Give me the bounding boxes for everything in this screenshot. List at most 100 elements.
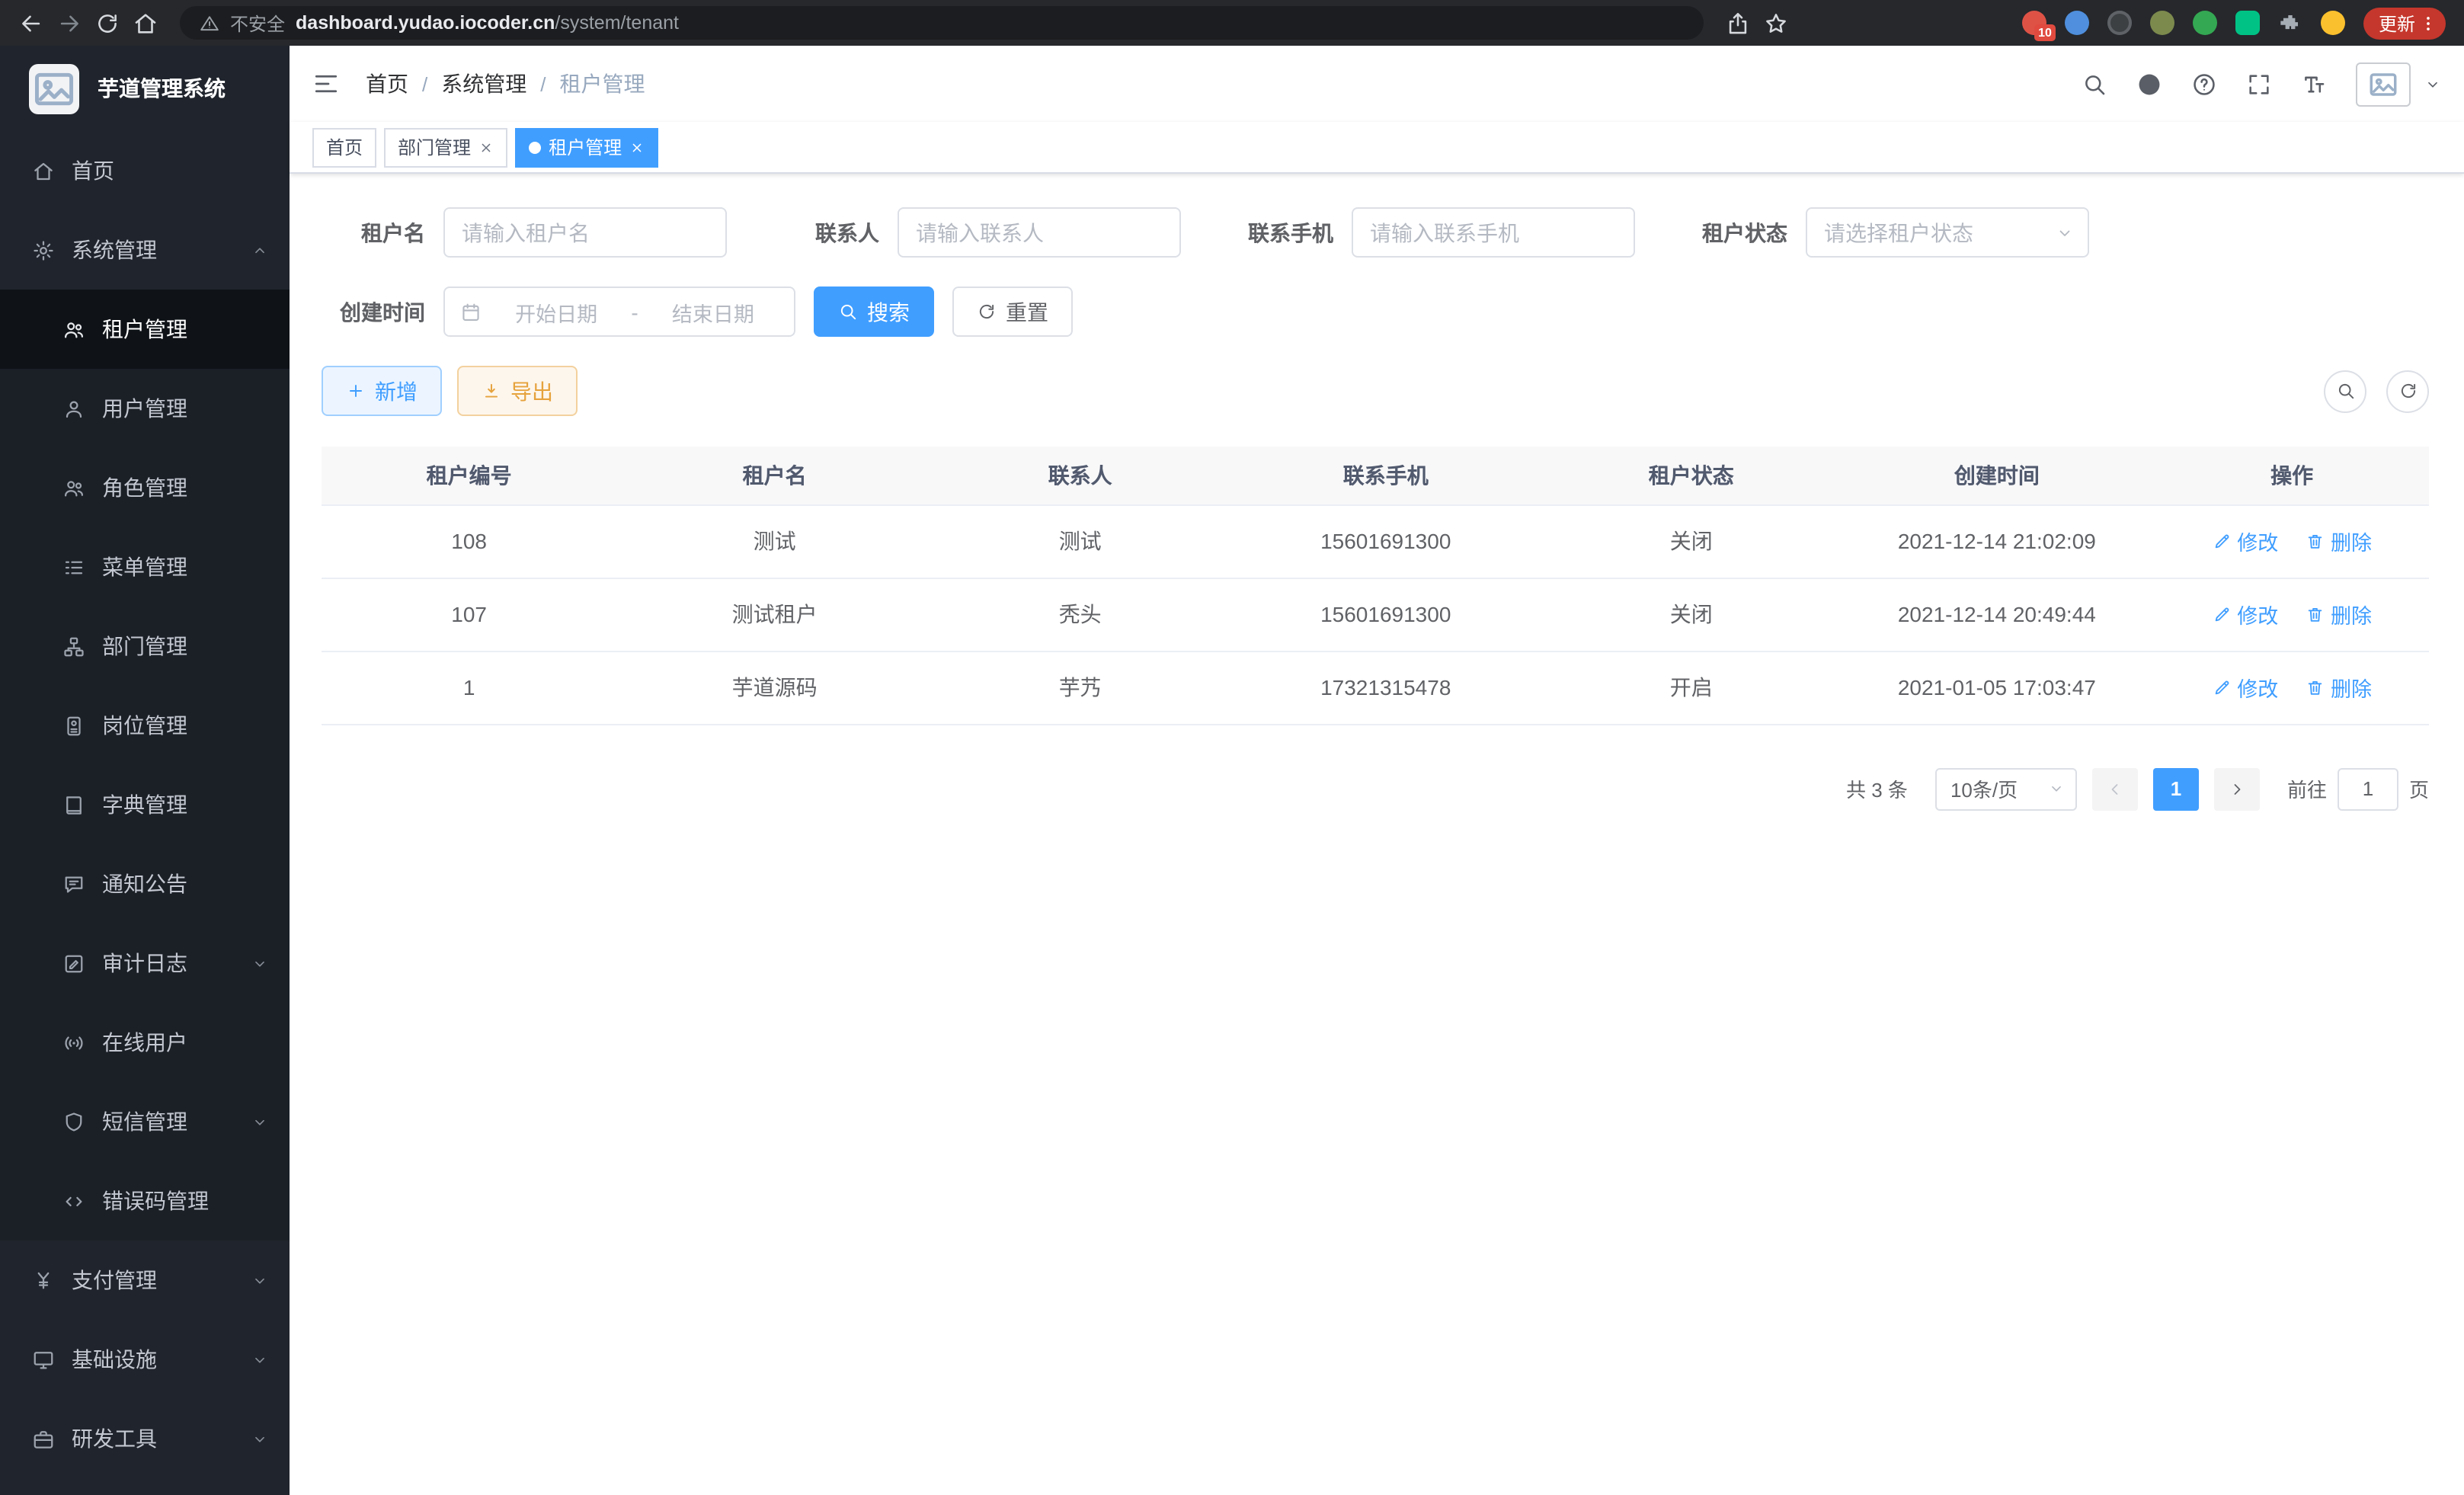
sidebar-item-dict[interactable]: 字典管理 [0, 765, 290, 844]
contact-input[interactable] [898, 207, 1181, 258]
sidebar-item-notice[interactable]: 通知公告 [0, 844, 290, 924]
tab-label: 首页 [326, 134, 363, 160]
user-menu[interactable] [2356, 62, 2441, 106]
sidebar-item-post[interactable]: 岗位管理 [0, 686, 290, 765]
browser-home-icon[interactable] [133, 10, 158, 36]
export-button[interactable]: 导出 [457, 366, 578, 416]
profile-avatar-icon[interactable] [2321, 11, 2345, 35]
browser-chrome: 不安全 dashboard.yudao.iocoder.cn/system/te… [0, 0, 2464, 46]
extension-icon-3[interactable] [2107, 11, 2132, 35]
sidebar-item-dept[interactable]: 部门管理 [0, 607, 290, 686]
delete-link[interactable]: 删除 [2306, 526, 2372, 556]
help-icon[interactable] [2191, 71, 2217, 97]
edit-pencil-icon [2212, 532, 2231, 551]
font-size-icon[interactable] [2301, 71, 2327, 97]
status-select[interactable]: 请选择租户状态 [1806, 207, 2089, 258]
sidebar-collapse-icon[interactable] [312, 70, 340, 98]
extension-icon-2[interactable] [2065, 11, 2089, 35]
breadcrumb-system[interactable]: 系统管理 [441, 69, 526, 99]
bookmark-star-icon[interactable] [1763, 10, 1789, 36]
sidebar-item-label: 部门管理 [102, 631, 187, 661]
browser-back-icon[interactable] [18, 10, 44, 36]
app-logo [29, 63, 79, 114]
extensions-puzzle-icon[interactable] [2278, 11, 2302, 35]
delete-link[interactable]: 删除 [2306, 599, 2372, 629]
sidebar-item-error-code[interactable]: 错误码管理 [0, 1161, 290, 1240]
browser-update-button[interactable]: 更新 [2363, 7, 2446, 39]
github-icon[interactable] [2136, 71, 2162, 97]
table-row: 1 芋道源码 芋艿 17321315478 开启 2021-01-05 17:0… [322, 651, 2429, 724]
search-button[interactable]: 搜索 [814, 287, 934, 337]
tab-tenant[interactable]: 租户管理 [515, 127, 658, 167]
extension-icon-5[interactable] [2193, 11, 2217, 35]
sidebar-item-user[interactable]: 用户管理 [0, 369, 290, 448]
breadcrumb-home[interactable]: 首页 [366, 69, 408, 99]
search-icon[interactable] [2082, 71, 2107, 97]
col-phone: 联系手机 [1227, 447, 1544, 504]
close-icon[interactable] [478, 139, 494, 155]
col-tenant-name: 租户名 [616, 447, 933, 504]
url-path: /system/tenant [555, 12, 679, 34]
page-size-select[interactable]: 10条/页 [1935, 767, 2077, 810]
home-icon [32, 159, 55, 182]
sidebar-item-home[interactable]: 首页 [0, 131, 290, 210]
status-select-placeholder: 请选择租户状态 [1824, 217, 1973, 248]
close-icon[interactable] [629, 139, 645, 155]
tenant-name-input[interactable] [443, 207, 727, 258]
address-bar[interactable]: 不安全 dashboard.yudao.iocoder.cn/system/te… [180, 6, 1704, 40]
extension-icon-1[interactable]: 10 [2022, 11, 2046, 35]
page-content: 租户名 联系人 联系手机 租户状态 请选择租户状态 [290, 174, 2464, 1495]
extension-icon-6[interactable] [2235, 11, 2260, 35]
sidebar-item-system[interactable]: 系统管理 [0, 210, 290, 290]
cell-phone: 17321315478 [1227, 651, 1544, 724]
delete-link[interactable]: 删除 [2306, 672, 2372, 703]
refresh-table-button[interactable] [2386, 370, 2429, 412]
reset-button[interactable]: 重置 [952, 287, 1073, 337]
share-icon[interactable] [1725, 10, 1751, 36]
navbar-actions [2082, 62, 2441, 106]
browser-forward-icon[interactable] [56, 10, 82, 36]
page-number-1[interactable]: 1 [2153, 767, 2199, 810]
online-signal-icon [62, 1031, 85, 1054]
edit-link[interactable]: 修改 [2212, 599, 2278, 629]
sidebar-item-tenant[interactable]: 租户管理 [0, 290, 290, 369]
add-button[interactable]: 新增 [322, 366, 442, 416]
next-page-button[interactable] [2214, 767, 2260, 810]
sidebar-item-dev-tools[interactable]: 研发工具 [0, 1399, 290, 1478]
sidebar-item-online-users[interactable]: 在线用户 [0, 1003, 290, 1082]
goto-page-input[interactable] [2338, 767, 2398, 810]
list-icon [62, 555, 85, 578]
fullscreen-icon[interactable] [2246, 71, 2272, 97]
avatar [2356, 62, 2411, 106]
download-icon [482, 381, 501, 401]
sidebar-item-label: 系统管理 [72, 235, 157, 265]
page-unit-label: 页 [2409, 774, 2429, 803]
edit-link[interactable]: 修改 [2212, 526, 2278, 556]
phone-input[interactable] [1352, 207, 1635, 258]
sidebar-item-infra[interactable]: 基础设施 [0, 1320, 290, 1399]
sidebar-item-audit-log[interactable]: 审计日志 [0, 924, 290, 1003]
badge-icon [62, 714, 85, 737]
gear-icon [32, 238, 55, 261]
col-status: 租户状态 [1544, 447, 1838, 504]
col-created: 创建时间 [1838, 447, 2155, 504]
date-range-picker[interactable]: 开始日期 - 结束日期 [443, 287, 795, 337]
prev-page-button[interactable] [2092, 767, 2138, 810]
cell-created: 2021-01-05 17:03:47 [1838, 651, 2155, 724]
extension-icon-4[interactable] [2150, 11, 2174, 35]
sidebar-item-menu[interactable]: 菜单管理 [0, 527, 290, 607]
cell-phone: 15601691300 [1227, 578, 1544, 651]
edit-link[interactable]: 修改 [2212, 672, 2278, 703]
toggle-search-button[interactable] [2324, 370, 2366, 412]
sidebar-item-label: 审计日志 [102, 948, 187, 978]
app-logo-row[interactable]: 芋道管理系统 [0, 46, 290, 131]
browser-reload-icon[interactable] [94, 10, 120, 36]
sidebar-item-sms[interactable]: 短信管理 [0, 1082, 290, 1161]
sidebar-item-role[interactable]: 角色管理 [0, 448, 290, 527]
tab-dept[interactable]: 部门管理 [384, 127, 507, 167]
tab-home[interactable]: 首页 [312, 127, 376, 167]
table-header-row: 租户编号 租户名 联系人 联系手机 租户状态 创建时间 操作 [322, 447, 2429, 504]
monitor-icon [32, 1348, 55, 1371]
search-icon [2335, 381, 2355, 401]
sidebar-item-payment[interactable]: 支付管理 [0, 1240, 290, 1320]
